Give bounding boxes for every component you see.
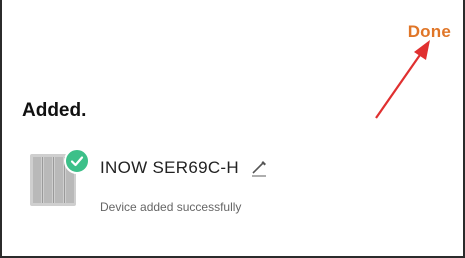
page-title: Added. — [22, 100, 87, 121]
pencil-icon[interactable] — [249, 158, 269, 178]
device-item: INOW SER69C-H Device added successfully — [28, 148, 348, 218]
device-name: INOW SER69C-H — [100, 158, 239, 177]
device-name-row: INOW SER69C-H — [100, 158, 269, 178]
done-button[interactable]: Done — [408, 22, 451, 42]
screen-frame — [0, 0, 465, 258]
check-icon — [64, 148, 90, 174]
device-status-text: Device added successfully — [100, 200, 242, 214]
